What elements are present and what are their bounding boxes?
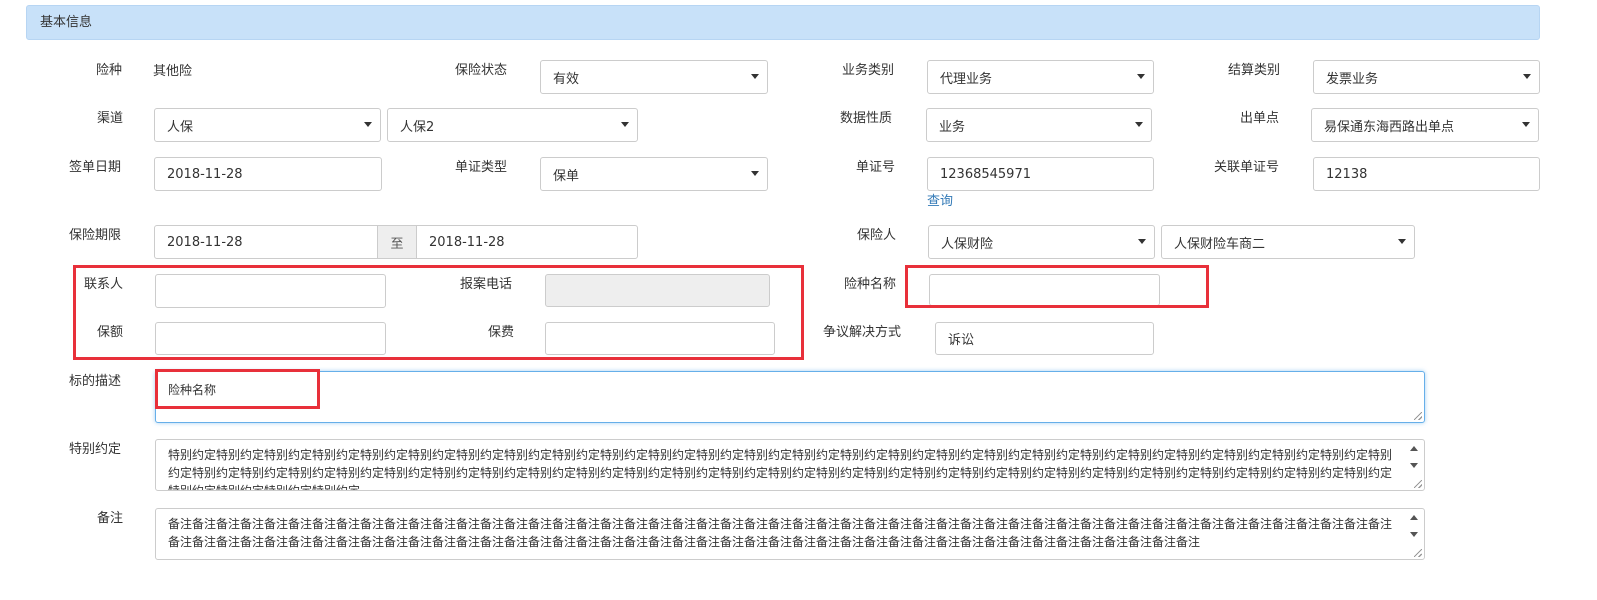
document-type-value: 保单 [553, 168, 580, 184]
contact-label: 联系人 [84, 277, 124, 292]
related-document-no-label: 关联单证号 [1214, 160, 1280, 175]
document-no-input[interactable]: 12368545971 [927, 157, 1154, 191]
data-nature-label: 数据性质 [840, 111, 893, 126]
special-agreement-value: 特别约定特别约定特别约定特别约定特别约定特别约定特别约定特别约定特别约定特别约定… [168, 448, 1393, 491]
special-agreement-textarea[interactable]: 特别约定特别约定特别约定特别约定特别约定特别约定特别约定特别约定特别约定特别约定… [155, 439, 1425, 491]
caret-down-icon [364, 122, 372, 127]
caret-down-icon [621, 122, 629, 127]
sign-date-input[interactable]: 2018-11-28 [154, 157, 382, 191]
caret-down-icon [1398, 239, 1406, 244]
remarks-textarea[interactable]: 备注备注备注备注备注备注备注备注备注备注备注备注备注备注备注备注备注备注备注备注… [155, 508, 1425, 560]
business-category-label: 业务类别 [842, 63, 895, 78]
insurance-status-select[interactable]: 有效 [540, 60, 768, 94]
business-category-select[interactable]: 代理业务 [927, 60, 1154, 94]
caret-down-icon [1135, 122, 1143, 127]
resize-grip-icon[interactable] [1414, 549, 1422, 557]
report-phone-input [545, 274, 770, 307]
issuing-point-select[interactable]: 易保通东海西路出单点 [1311, 108, 1539, 142]
insurer-label: 保险人 [857, 228, 897, 243]
period-separator: 至 [377, 225, 417, 259]
dispute-resolution-input[interactable]: 诉讼 [935, 322, 1154, 355]
sign-date-value: 2018-11-28 [167, 166, 243, 182]
scroll-down-arrow-icon[interactable] [1410, 463, 1418, 468]
issuing-point-value: 易保通东海西路出单点 [1324, 119, 1455, 135]
settlement-category-value: 发票业务 [1326, 71, 1379, 87]
scroll-up-arrow-icon[interactable] [1410, 446, 1418, 451]
insurance-status-label: 保险状态 [455, 63, 508, 78]
data-nature-value: 业务 [939, 119, 966, 135]
premium-input[interactable] [545, 322, 775, 355]
scroll-down-arrow-icon[interactable] [1410, 532, 1418, 537]
document-type-select[interactable]: 保单 [540, 157, 768, 191]
channel-label: 渠道 [97, 111, 124, 126]
remarks-value: 备注备注备注备注备注备注备注备注备注备注备注备注备注备注备注备注备注备注备注备注… [168, 517, 1393, 549]
resize-grip-icon[interactable] [1414, 412, 1422, 420]
settlement-category-label: 结算类别 [1228, 63, 1281, 78]
subject-description-value: 险种名称 [168, 383, 217, 397]
caret-down-icon [1138, 239, 1146, 244]
caret-down-icon [1137, 74, 1145, 79]
caret-down-icon [751, 171, 759, 176]
subject-description-label: 标的描述 [69, 374, 122, 389]
document-query-link[interactable]: 查询 [927, 194, 953, 210]
insurer-select-primary[interactable]: 人保财险 [928, 225, 1155, 259]
dispute-resolution-label: 争议解决方式 [823, 325, 902, 340]
period-end-input[interactable]: 2018-11-28 [416, 225, 638, 259]
scroll-up-arrow-icon[interactable] [1410, 515, 1418, 520]
insurer-value-primary: 人保财险 [941, 236, 994, 252]
document-no-value: 12368545971 [940, 166, 1031, 182]
insurer-select-secondary[interactable]: 人保财险车商二 [1161, 225, 1415, 259]
resize-grip-icon[interactable] [1414, 480, 1422, 488]
data-nature-select[interactable]: 业务 [926, 108, 1152, 142]
special-agreement-label: 特别约定 [69, 442, 122, 457]
insurance-type-value: 其他险 [153, 64, 193, 79]
document-type-label: 单证类型 [455, 160, 508, 175]
period-end-value: 2018-11-28 [429, 234, 505, 250]
insured-amount-label: 保额 [97, 325, 124, 340]
period-start-input[interactable]: 2018-11-28 [154, 225, 378, 259]
channel-select-secondary[interactable]: 人保2 [387, 108, 638, 142]
insurance-name-input[interactable] [929, 274, 1160, 306]
dispute-resolution-value: 诉讼 [948, 333, 975, 348]
business-category-value: 代理业务 [940, 71, 993, 87]
issuing-point-label: 出单点 [1240, 111, 1280, 126]
insured-amount-input[interactable] [155, 322, 386, 355]
premium-label: 保费 [488, 325, 515, 340]
contact-input[interactable] [155, 274, 386, 308]
insurance-name-label: 险种名称 [844, 277, 897, 292]
channel-select-primary[interactable]: 人保 [154, 108, 381, 142]
related-document-no-value: 12138 [1326, 166, 1368, 182]
channel-value-primary: 人保 [167, 119, 194, 135]
subject-description-textarea[interactable]: 险种名称 [155, 371, 1425, 423]
insurance-type-label: 险种 [96, 63, 123, 78]
document-no-label: 单证号 [856, 160, 896, 175]
caret-down-icon [751, 74, 759, 79]
insurance-period-label: 保险期限 [69, 228, 122, 243]
insurer-value-secondary: 人保财险车商二 [1174, 236, 1266, 252]
period-start-value: 2018-11-28 [167, 234, 243, 250]
section-header-basic-info: 基本信息 [26, 5, 1540, 40]
channel-value-secondary: 人保2 [400, 119, 435, 135]
caret-down-icon [1523, 74, 1531, 79]
related-document-no-input[interactable]: 12138 [1313, 157, 1540, 191]
settlement-category-select[interactable]: 发票业务 [1313, 60, 1540, 94]
caret-down-icon [1522, 122, 1530, 127]
sign-date-label: 签单日期 [69, 160, 122, 175]
insurance-status-value: 有效 [553, 71, 580, 87]
remarks-label: 备注 [97, 511, 124, 526]
report-phone-label: 报案电话 [460, 277, 513, 292]
